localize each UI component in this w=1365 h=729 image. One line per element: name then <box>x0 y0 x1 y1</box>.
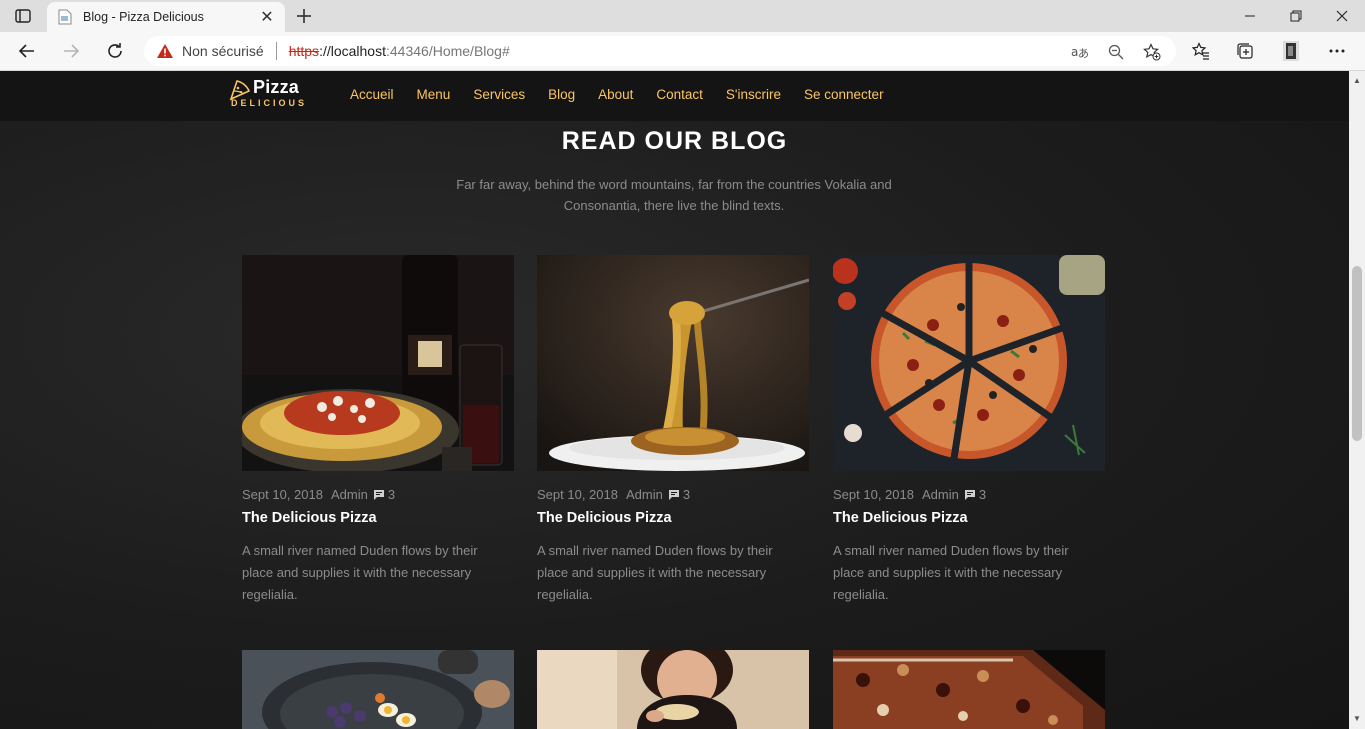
comment-icon <box>668 489 679 500</box>
menu-item-accueil[interactable]: Accueil <box>350 87 394 102</box>
back-arrow-icon[interactable] <box>12 36 42 66</box>
post-meta: Sept 10, 2018 Admin 3 <box>833 487 1105 502</box>
menu-item-sinscrire[interactable]: S'inscrire <box>726 87 781 102</box>
page-favicon-icon <box>57 9 73 25</box>
page-viewport: Pizza DELICIOUS Accueil Menu Services Bl… <box>0 71 1349 729</box>
spaghetti-bolognese-image[interactable] <box>242 255 514 471</box>
url-path: :44346/Home/Blog# <box>386 43 510 59</box>
blog-post-card <box>242 650 514 729</box>
warning-icon <box>156 42 174 60</box>
close-window-icon[interactable] <box>1319 0 1365 32</box>
post-author[interactable]: Admin <box>331 487 368 502</box>
menu-item-about[interactable]: About <box>598 87 633 102</box>
tab-title: Blog - Pizza Delicious <box>83 10 204 24</box>
post-date[interactable]: Sept 10, 2018 <box>242 487 323 502</box>
post-meta: Sept 10, 2018 Admin 3 <box>537 487 809 502</box>
browser-tab[interactable]: Blog - Pizza Delicious ✕ <box>47 2 285 32</box>
tab-actions-icon <box>15 9 31 23</box>
menu-item-services[interactable]: Services <box>473 87 525 102</box>
zoom-icon[interactable] <box>1104 40 1128 64</box>
blog-post-card <box>833 650 1105 729</box>
blog-post-card: Sept 10, 2018 Admin 3 The Delicious Pizz… <box>242 255 514 606</box>
insecure-label[interactable]: Non sécurisé <box>182 43 264 59</box>
profile-avatar-icon[interactable] <box>1276 36 1306 66</box>
pasta-on-fork-image[interactable] <box>537 255 809 471</box>
section-subtitle: Far far away, behind the word mountains,… <box>456 177 892 213</box>
forward-arrow-icon[interactable] <box>56 36 86 66</box>
pizza-closeup-image[interactable] <box>833 650 1105 729</box>
comment-icon <box>373 489 384 500</box>
new-tab-icon[interactable] <box>292 5 316 27</box>
blog-post-card: Sept 10, 2018 Admin 3 The Delicious Pizz… <box>833 255 1105 606</box>
main-menu: Accueil Menu Services Blog About Contact… <box>350 87 907 102</box>
post-title[interactable]: The Delicious Pizza <box>833 510 1105 526</box>
address-bar[interactable]: Non sécurisé https ://localhost :44346/H… <box>144 36 1176 66</box>
comment-icon <box>964 489 975 500</box>
tab-actions-button[interactable] <box>8 5 38 27</box>
post-date[interactable]: Sept 10, 2018 <box>537 487 618 502</box>
blog-post-card: Sept 10, 2018 Admin 3 The Delicious Pizz… <box>537 255 809 606</box>
post-title[interactable]: The Delicious Pizza <box>242 510 514 526</box>
brand-name: Pizza <box>253 77 300 97</box>
read-aloud-icon[interactable]: aあ <box>1068 40 1092 64</box>
add-favorite-icon[interactable] <box>1140 40 1164 64</box>
url-scheme: https <box>288 43 320 59</box>
menu-item-blog[interactable]: Blog <box>548 87 575 102</box>
salad-bowl-image[interactable] <box>242 650 514 729</box>
more-options-icon[interactable] <box>1322 36 1352 66</box>
post-comment-count[interactable]: 3 <box>683 487 690 502</box>
browser-tab-bar: Blog - Pizza Delicious ✕ <box>0 0 1365 32</box>
menu-item-menu[interactable]: Menu <box>417 87 451 102</box>
post-comment-count[interactable]: 3 <box>979 487 986 502</box>
post-excerpt: A small river named Duden flows by their… <box>242 543 478 602</box>
post-excerpt: A small river named Duden flows by their… <box>537 543 773 602</box>
minimize-icon[interactable] <box>1227 0 1273 32</box>
address-separator <box>275 42 277 60</box>
site-header: Pizza DELICIOUS Accueil Menu Services Bl… <box>0 71 1349 121</box>
tab-close-icon[interactable]: ✕ <box>257 7 277 27</box>
brand-logo-link[interactable]: Pizza DELICIOUS <box>229 77 307 115</box>
scroll-thumb[interactable] <box>1352 266 1362 441</box>
favorites-icon[interactable] <box>1186 36 1216 66</box>
scroll-down-icon[interactable]: ▼ <box>1349 711 1365 725</box>
post-meta: Sept 10, 2018 Admin 3 <box>242 487 514 502</box>
restore-icon[interactable] <box>1273 0 1319 32</box>
woman-eating-image[interactable] <box>537 650 809 729</box>
post-author[interactable]: Admin <box>922 487 959 502</box>
post-author[interactable]: Admin <box>626 487 663 502</box>
sliced-pizza-image[interactable] <box>833 255 1105 471</box>
post-comment-count[interactable]: 3 <box>388 487 395 502</box>
menu-item-se-connecter[interactable]: Se connecter <box>804 87 884 102</box>
post-title[interactable]: The Delicious Pizza <box>537 510 809 526</box>
svg-text:あ: あ <box>1078 47 1089 60</box>
collections-icon[interactable] <box>1230 36 1260 66</box>
brand-subtitle: DELICIOUS <box>231 98 308 108</box>
post-date[interactable]: Sept 10, 2018 <box>833 487 914 502</box>
page-scrollbar[interactable]: ▲ ▼ <box>1349 71 1365 729</box>
section-title: READ OUR BLOG <box>561 127 788 155</box>
menu-item-contact[interactable]: Contact <box>656 87 703 102</box>
blog-post-card <box>537 650 809 729</box>
url-host: ://localhost <box>319 43 386 59</box>
refresh-icon[interactable] <box>100 36 130 66</box>
browser-navigation-bar: Non sécurisé https ://localhost :44346/H… <box>0 32 1365 71</box>
scroll-up-icon[interactable]: ▲ <box>1349 73 1365 87</box>
post-excerpt: A small river named Duden flows by their… <box>833 543 1069 602</box>
